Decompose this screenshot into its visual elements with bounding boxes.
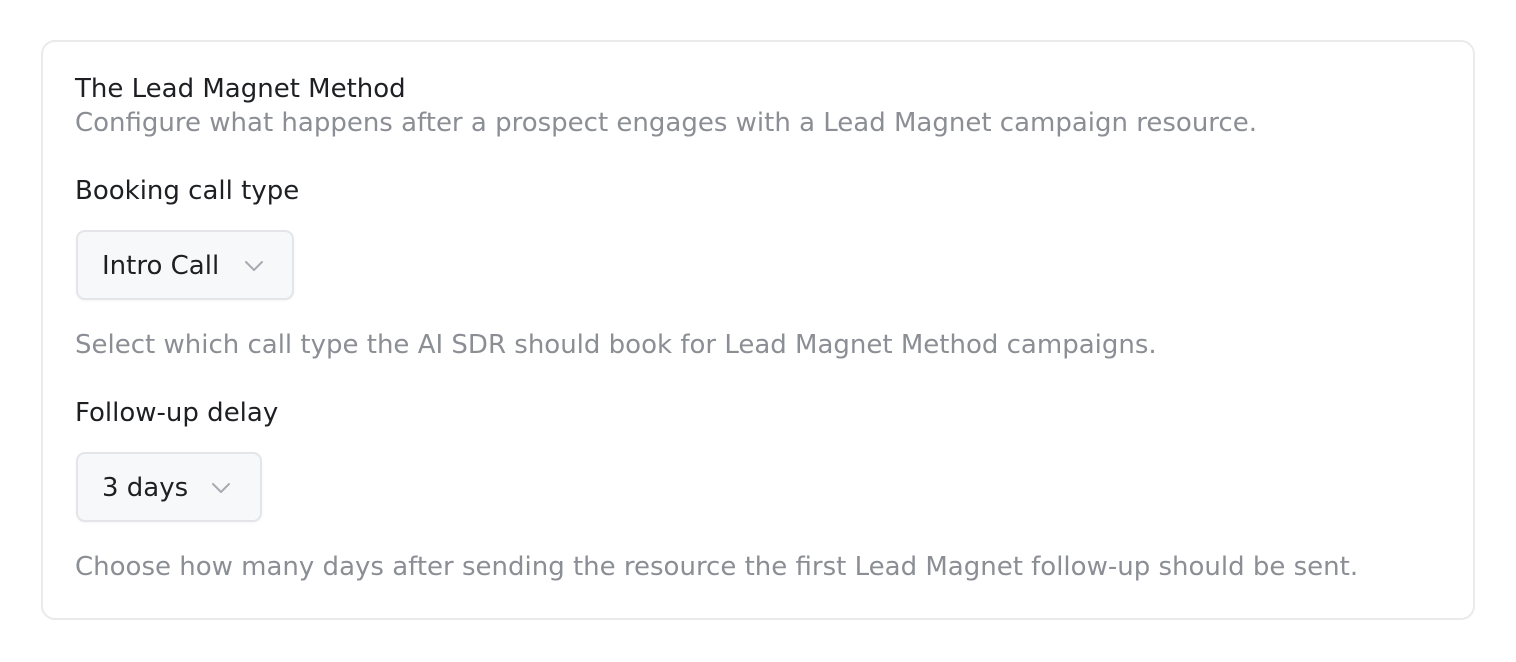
chevron-down-icon [212, 483, 230, 493]
follow-up-delay-select[interactable]: 3 days [76, 452, 262, 522]
lead-magnet-settings-card: The Lead Magnet Method Configure what ha… [41, 40, 1475, 620]
chevron-down-icon [245, 261, 263, 271]
booking-call-type-helper: Select which call type the AI SDR should… [75, 330, 1157, 360]
booking-call-type-select[interactable]: Intro Call [76, 230, 294, 300]
section-title: The Lead Magnet Method [75, 74, 406, 104]
follow-up-delay-helper: Choose how many days after sending the r… [75, 552, 1359, 582]
follow-up-delay-value: 3 days [102, 473, 189, 503]
booking-call-type-label: Booking call type [75, 176, 300, 206]
booking-call-type-value: Intro Call [102, 251, 220, 281]
follow-up-delay-label: Follow-up delay [75, 398, 279, 428]
section-description: Configure what happens after a prospect … [75, 108, 1257, 138]
